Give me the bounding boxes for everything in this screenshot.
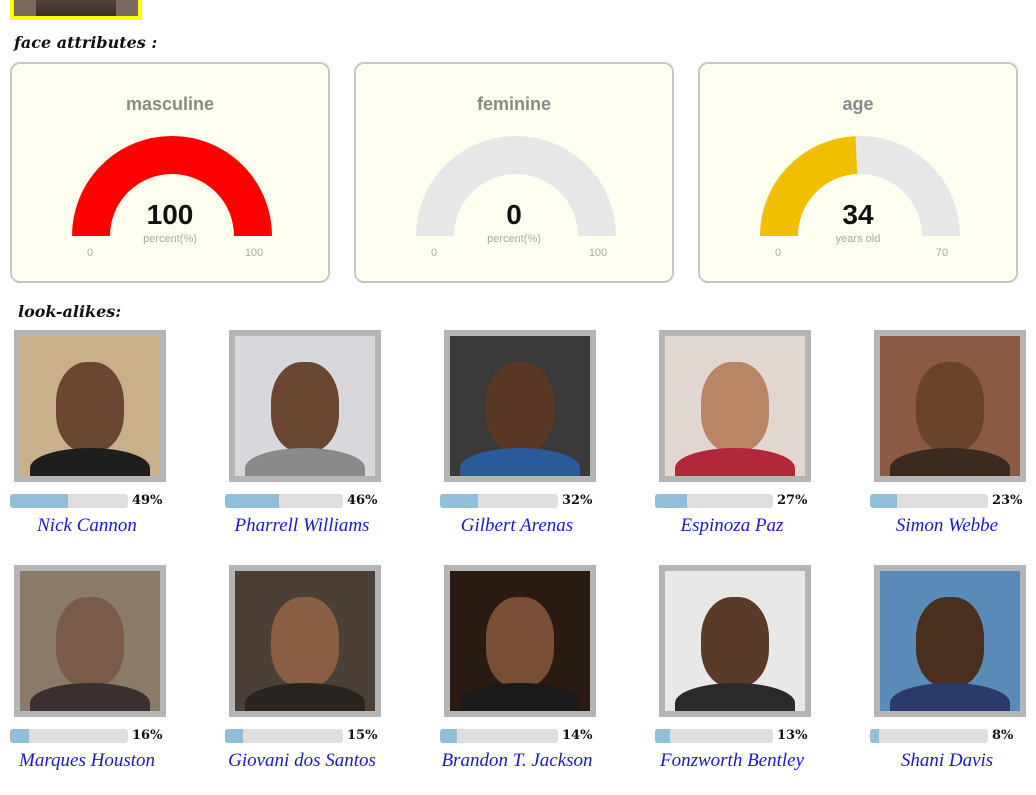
similarity-percent: 49% — [132, 493, 163, 508]
lookalike-card: 13% Fonzworth Bentley — [655, 565, 855, 795]
gauge-value: 100 — [146, 199, 194, 230]
gauge-min: 0 — [86, 247, 94, 259]
similarity-bar-fill — [440, 494, 478, 508]
gauge-max: 70 — [935, 247, 949, 259]
similarity-bar — [10, 729, 128, 743]
similarity-bar — [440, 729, 558, 743]
lookalike-photo[interactable] — [874, 330, 1026, 482]
lookalikes-heading: look-alikes: — [18, 302, 122, 321]
lookalike-photo[interactable] — [14, 565, 166, 717]
lookalike-name-link[interactable]: Shani Davis — [840, 751, 1036, 771]
gauge-value: 0 — [506, 199, 522, 230]
similarity-percent: 14% — [562, 728, 593, 743]
lookalike-card: 23% Simon Webbe — [870, 330, 1036, 560]
lookalike-card: 16% Marques Houston — [10, 565, 210, 795]
similarity-percent: 13% — [777, 728, 808, 743]
query-photo-thumbnail[interactable] — [10, 0, 142, 20]
similarity-bar — [440, 494, 558, 508]
similarity-percent: 27% — [777, 493, 808, 508]
similarity-bar — [10, 494, 128, 508]
similarity-bar-fill — [870, 729, 880, 743]
similarity-bar-fill — [655, 729, 671, 743]
lookalike-name-link[interactable]: Simon Webbe — [840, 516, 1036, 536]
gauge-unit: percent(%) — [487, 233, 541, 245]
lookalike-card: 46% Pharrell Williams — [225, 330, 425, 560]
gauge-unit: percent(%) — [143, 233, 197, 245]
similarity-percent: 15% — [347, 728, 378, 743]
similarity-bar — [655, 729, 773, 743]
similarity-bar — [225, 729, 343, 743]
lookalike-photo[interactable] — [229, 330, 381, 482]
lookalike-card: 32% Gilbert Arenas — [440, 330, 640, 560]
lookalike-photo[interactable] — [659, 330, 811, 482]
lookalike-card: 49% Nick Cannon — [10, 330, 210, 560]
gauge-masculine: masculine 100 percent(%) 0 100 — [10, 62, 330, 283]
gauge-feminine: feminine 0 percent(%) 0 100 — [354, 62, 674, 283]
similarity-bar-fill — [440, 729, 457, 743]
similarity-bar-fill — [655, 494, 687, 508]
lookalike-name-link[interactable]: Giovani dos Santos — [195, 751, 409, 771]
gauge-chart — [416, 136, 616, 237]
lookalike-photo[interactable] — [14, 330, 166, 482]
lookalike-name-link[interactable]: Nick Cannon — [0, 516, 194, 536]
gauge-min: 0 — [774, 247, 782, 259]
lookalike-photo[interactable] — [229, 565, 381, 717]
gauge-min: 0 — [430, 247, 438, 259]
gauge-unit: years old — [835, 233, 881, 245]
lookalike-card: 8% Shani Davis — [870, 565, 1036, 795]
lookalike-photo[interactable] — [659, 565, 811, 717]
face-attributes-heading: face attributes : — [14, 33, 158, 52]
gauge-max: 100 — [244, 247, 264, 259]
gauge-chart — [760, 136, 960, 237]
similarity-bar-fill — [10, 729, 29, 743]
gauge-chart — [72, 136, 272, 237]
lookalike-photo[interactable] — [444, 330, 596, 482]
gauge-age: age 34 years old 0 70 — [698, 62, 1018, 283]
gauge-max: 100 — [588, 247, 608, 259]
lookalike-name-link[interactable]: Brandon T. Jackson — [410, 751, 624, 771]
similarity-percent: 16% — [132, 728, 163, 743]
similarity-bar-fill — [225, 494, 280, 508]
lookalike-card: 14% Brandon T. Jackson — [440, 565, 640, 795]
lookalike-name-link[interactable]: Gilbert Arenas — [410, 516, 624, 536]
similarity-bar-fill — [870, 494, 898, 508]
similarity-bar — [870, 494, 988, 508]
similarity-percent: 46% — [347, 493, 378, 508]
lookalike-photo[interactable] — [444, 565, 596, 717]
similarity-bar-fill — [10, 494, 68, 508]
lookalike-photo[interactable] — [874, 565, 1026, 717]
lookalike-card: 15% Giovani dos Santos — [225, 565, 425, 795]
similarity-percent: 32% — [562, 493, 593, 508]
similarity-percent: 23% — [992, 493, 1023, 508]
lookalike-name-link[interactable]: Pharrell Williams — [195, 516, 409, 536]
similarity-bar — [655, 494, 773, 508]
lookalike-name-link[interactable]: Marques Houston — [0, 751, 194, 771]
similarity-bar — [870, 729, 988, 743]
lookalike-card: 27% Espinoza Paz — [655, 330, 855, 560]
lookalike-name-link[interactable]: Fonzworth Bentley — [625, 751, 839, 771]
similarity-bar-fill — [225, 729, 243, 743]
gauge-value: 34 — [842, 199, 874, 230]
lookalike-name-link[interactable]: Espinoza Paz — [625, 516, 839, 536]
similarity-bar — [225, 494, 343, 508]
similarity-percent: 8% — [992, 728, 1014, 743]
